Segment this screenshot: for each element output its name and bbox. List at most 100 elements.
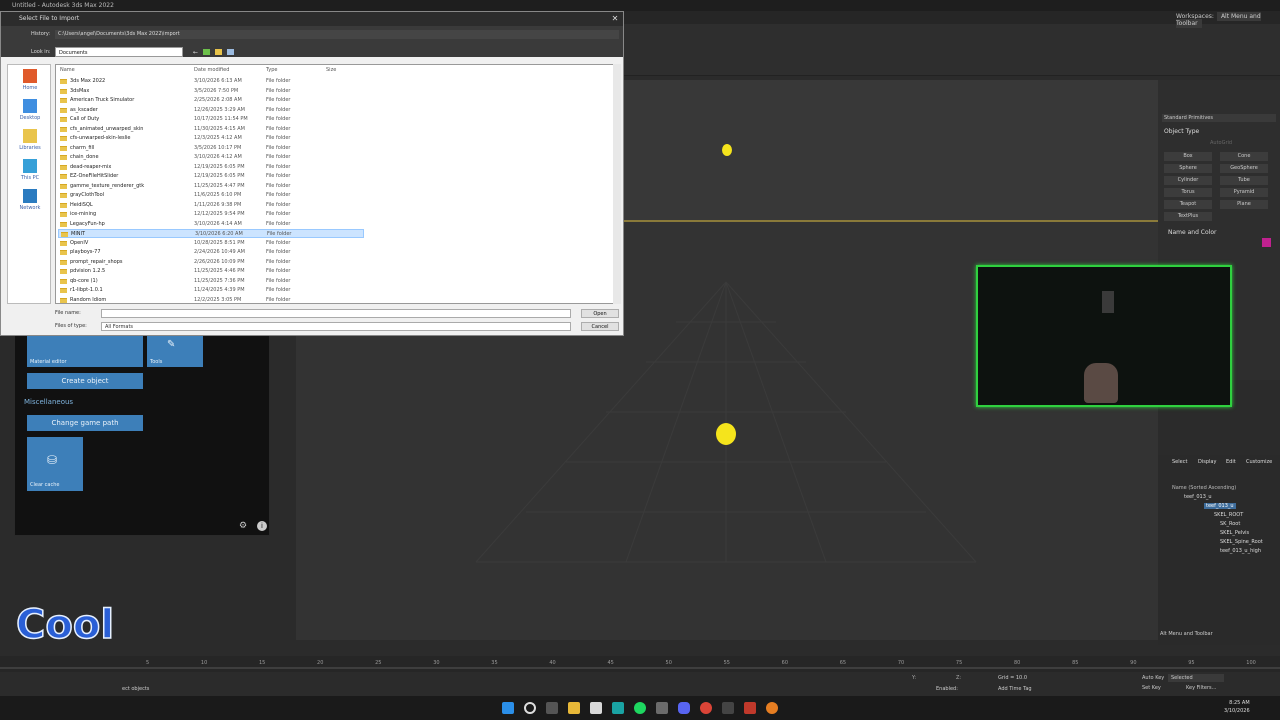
file-row[interactable]: pdvision 1.2.5 11/25/2025 4:46 PM File fol… (58, 267, 364, 276)
file-row[interactable]: chain_done 3/10/2026 4:12 AM File folder (58, 153, 364, 162)
name-and-color-header[interactable]: Name and Color (1168, 229, 1216, 236)
file-row[interactable]: 3dsMax 3/5/2026 7:50 PM File folder (58, 87, 364, 96)
scene-header[interactable]: Name (Sorted Ascending) (1172, 485, 1236, 491)
timeline[interactable]: 5 10 15 20 25 30 35 40 45 50 55 60 65 70 75 80 85 90 95 100 (0, 656, 1280, 672)
file-row[interactable]: playboys-77 2/24/2026 10:49 AM File folder (58, 248, 364, 257)
clear-cache-button[interactable]: ⛁ Clear cache (27, 437, 83, 491)
key-mode-dropdown[interactable]: Selected (1168, 674, 1224, 682)
sun-light-top[interactable] (722, 144, 732, 156)
file-row[interactable]: HeidiSQL 1/11/2026 9:38 PM File folder (58, 201, 364, 210)
file-list[interactable]: Name Date modified Type Size 3ds Max 202… (55, 64, 621, 304)
file-explorer-icon[interactable] (568, 702, 580, 714)
plane-button[interactable]: Plane (1220, 200, 1268, 209)
tools-button[interactable]: ✎ Tools (147, 335, 203, 367)
file-row[interactable]: prompt_repair_shops 2/26/2026 10:09 PM Fil… (58, 258, 364, 267)
open-button[interactable]: Open (581, 309, 619, 318)
scene-tab-select[interactable]: Select (1172, 459, 1187, 465)
place-desktop[interactable]: Desktop (12, 99, 48, 121)
pyramid-button[interactable]: Pyramid (1220, 188, 1268, 197)
notepad-icon[interactable] (590, 702, 602, 714)
key-filters-button[interactable]: Key Filters... (1186, 685, 1216, 691)
app-icon[interactable] (656, 702, 668, 714)
object-type-header[interactable]: Object Type (1164, 128, 1199, 135)
file-row[interactable]: 3ds Max 2022 3/10/2026 6:13 AM File folder (58, 77, 364, 86)
scene-item[interactable]: teef_013_u (1184, 494, 1212, 500)
torus-button[interactable]: Torus (1164, 188, 1212, 197)
media-icon[interactable] (722, 702, 734, 714)
add-time-tag-button[interactable]: Add Time Tag (998, 686, 1032, 692)
material-editor-button[interactable]: Material editor (27, 335, 143, 367)
app-icon[interactable] (744, 702, 756, 714)
file-row[interactable]: r1-libpt-1.0.1 11/24/2025 4:39 PM File fol… (58, 286, 364, 295)
change-game-path-button[interactable]: Change game path (27, 415, 143, 431)
file-row[interactable]: ice-mining 12/12/2025 9:54 PM File folder (58, 210, 364, 219)
column-type[interactable]: Type (266, 67, 277, 73)
file-row[interactable]: OpenIV 10/28/2025 8:51 PM File folder (58, 239, 364, 248)
scene-tab-edit[interactable]: Edit (1226, 459, 1236, 465)
view-menu-icon[interactable] (227, 49, 234, 55)
start-icon[interactable] (502, 702, 514, 714)
file-row[interactable]: MINIT 3/10/2026 6:20 AM File folder (58, 229, 364, 238)
place-this-pc[interactable]: This PC (12, 159, 48, 181)
primitives-dropdown[interactable]: Standard Primitives (1162, 114, 1276, 122)
close-icon[interactable]: ✕ (609, 13, 621, 25)
filetype-dropdown[interactable]: All Formats (101, 322, 571, 331)
task-view-icon[interactable] (546, 702, 558, 714)
file-row[interactable]: Call of Duty 10/17/2025 11:54 PM File fold… (58, 115, 364, 124)
scene-tab-customize[interactable]: Customize (1246, 459, 1272, 465)
file-row[interactable]: cfs_animated_unwarped_skin 11/30/2025 4:1… (58, 125, 364, 134)
column-size[interactable]: Size (326, 67, 336, 73)
info-icon[interactable]: i (257, 521, 267, 531)
file-row[interactable]: as_kscader 12/26/2025 3:29 AM File folder (58, 106, 364, 115)
scene-footer[interactable]: Alt Menu and Toolbar (1160, 631, 1213, 637)
scene-item[interactable]: SK_Root (1220, 521, 1240, 527)
file-row[interactable]: charm_fill 3/5/2026 10:17 PM File folder (58, 144, 364, 153)
auto-key-button[interactable]: Auto Key (1142, 675, 1164, 681)
sun-light[interactable] (716, 423, 736, 445)
back-icon[interactable]: ← (193, 49, 199, 56)
place-libraries[interactable]: Libraries (12, 129, 48, 151)
spotify-icon[interactable] (634, 702, 646, 714)
textplus-button[interactable]: TextPlus (1164, 212, 1212, 221)
dialog-titlebar[interactable]: Select File to Import (1, 12, 623, 26)
system-clock[interactable]: 8:25 AM 3/10/2026 (1224, 699, 1250, 715)
object-color-swatch[interactable] (1262, 238, 1271, 247)
place-network[interactable]: Network (12, 189, 48, 211)
chrome-icon[interactable] (700, 702, 712, 714)
scene-tab-display[interactable]: Display (1198, 459, 1216, 465)
file-row[interactable]: dead-reaper-mix 12/19/2025 6:05 PM File fo… (58, 163, 364, 172)
cylinder-button[interactable]: Cylinder (1164, 176, 1212, 185)
file-row[interactable]: gamme_texture_renderer_gtk 11/25/2025 4:4… (58, 182, 364, 191)
scene-item[interactable]: teef_013_u (1204, 503, 1236, 509)
filename-input[interactable] (101, 309, 571, 318)
geosphere-button[interactable]: GeoSphere (1220, 164, 1268, 173)
up-folder-icon[interactable] (203, 49, 210, 55)
cancel-button[interactable]: Cancel (581, 322, 619, 331)
set-key-button[interactable]: Set Key (1142, 685, 1161, 691)
app-icon[interactable] (766, 702, 778, 714)
file-row[interactable]: cfs-unwarped-skin-leslie 12/3/2025 4:12 A… (58, 134, 364, 143)
new-folder-icon[interactable] (215, 49, 222, 55)
column-date[interactable]: Date modified (194, 67, 229, 73)
place-home[interactable]: Home (12, 69, 48, 91)
create-object-button[interactable]: Create object (27, 373, 143, 389)
sphere-button[interactable]: Sphere (1164, 164, 1212, 173)
scene-item[interactable]: teef_013_u_high (1220, 548, 1261, 554)
file-list-scrollbar[interactable] (613, 64, 621, 304)
file-row[interactable]: American Truck Simulator 2/25/2026 2:08 A… (58, 96, 364, 105)
workspaces-selector[interactable]: Workspaces: Alt Menu and Toolbar (1176, 12, 1280, 28)
autogrid-checkbox[interactable]: AutoGrid (1210, 140, 1232, 146)
file-row[interactable]: Random Idiom 12/2/2025 3:05 PM File folder (58, 296, 364, 304)
scene-item[interactable]: SKEL_Pelvis (1220, 530, 1249, 536)
file-row[interactable]: grayClothTool 11/6/2025 6:10 PM File folde… (58, 191, 364, 200)
file-row[interactable]: LegacyFun-hp 3/10/2026 4:14 AM File folder (58, 220, 364, 229)
teapot-button[interactable]: Teapot (1164, 200, 1212, 209)
scene-item[interactable]: SKEL_Spine_Root (1220, 539, 1263, 545)
discord-icon[interactable] (678, 702, 690, 714)
tube-button[interactable]: Tube (1220, 176, 1268, 185)
history-dropdown[interactable]: C:\Users\angel\Documents\3ds Max 2022\im… (55, 30, 619, 39)
3dsmax-taskbar-icon[interactable] (612, 702, 624, 714)
cone-button[interactable]: Cone (1220, 152, 1268, 161)
search-icon[interactable] (524, 702, 536, 714)
box-button[interactable]: Box (1164, 152, 1212, 161)
